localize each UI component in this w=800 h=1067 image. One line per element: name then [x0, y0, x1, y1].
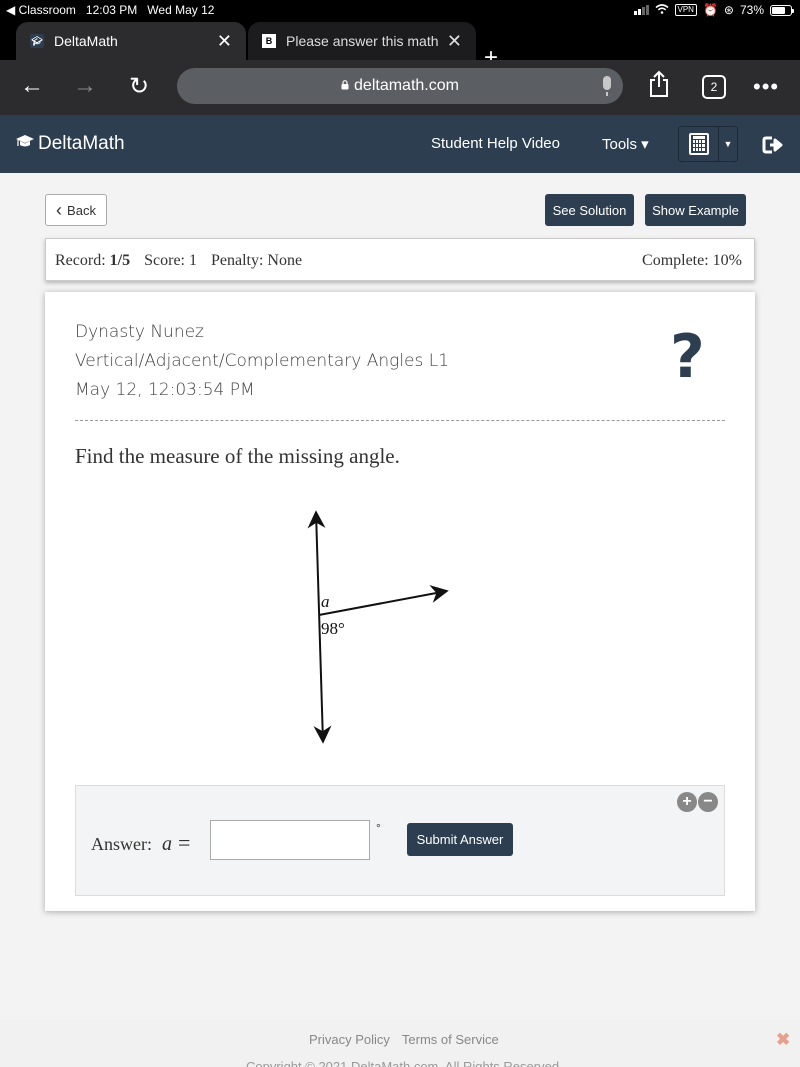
privacy-policy-link[interactable]: Privacy Policy — [309, 1032, 390, 1047]
vpn-badge: VPN — [674, 4, 697, 16]
deltamath-favicon-icon: 🎓︎ — [30, 34, 44, 48]
status-date: Wed May 12 — [147, 3, 215, 17]
share-icon[interactable] — [648, 70, 670, 105]
tab-title: Please answer this math — [286, 33, 439, 49]
copyright-text: Copyright © 2021 DeltaMath.com. All Righ… — [246, 1059, 563, 1067]
answer-label: Answer: a = — [91, 830, 191, 855]
tools-dropdown[interactable]: Tools ▾ — [602, 135, 649, 153]
score-stat: Score: 1 — [144, 252, 197, 269]
help-question-icon[interactable]: ? — [670, 322, 705, 392]
wifi-icon — [654, 3, 669, 17]
footer: Privacy Policy Terms of Service Copyrigh… — [0, 1020, 800, 1067]
record-stat: Record: 1/5 — [55, 252, 131, 269]
calculator-button[interactable] — [679, 127, 719, 161]
close-tab-icon[interactable]: ✕ — [217, 31, 232, 52]
answer-variable: a — [162, 833, 172, 855]
given-angle-label: 98° — [321, 619, 345, 638]
tab-title: DeltaMath — [54, 33, 118, 49]
battery-icon — [770, 4, 794, 16]
back-label: Back — [67, 202, 96, 218]
problem-timestamp: May 12, 12:03:54 PM — [75, 380, 255, 400]
cellular-signal-icon — [633, 5, 649, 15]
brand-name: DeltaMath — [38, 133, 125, 154]
address-bar[interactable]: deltamath.com — [177, 68, 623, 104]
lock-icon — [341, 79, 349, 93]
forward-arrow-icon[interactable]: → — [73, 72, 97, 100]
url-text: deltamath.com — [354, 77, 459, 94]
back-arrow-icon[interactable]: ← — [20, 72, 44, 100]
answer-panel: + − Answer: a = ° Submit Answer — [75, 785, 725, 896]
browser-tab-deltamath[interactable]: 🎓︎ DeltaMath ✕ — [16, 22, 246, 60]
record-value: 1/5 — [109, 252, 131, 269]
terms-of-service-link[interactable]: Terms of Service — [402, 1032, 499, 1047]
reload-icon[interactable]: ↻ — [129, 72, 149, 101]
student-name: Dynasty Nunez — [75, 322, 204, 342]
zoom-out-icon[interactable]: − — [698, 792, 718, 812]
site-favicon-icon: B — [262, 34, 276, 48]
status-time: 12:03 PM — [85, 3, 138, 17]
calculator-icon — [688, 133, 709, 155]
record-bar: Record: 1/5 Score: 1 Penalty: None Compl… — [45, 238, 755, 281]
app-header: DeltaMath Student Help Video Tools ▾ ▼ — [0, 115, 800, 173]
degree-unit: ° — [376, 821, 381, 835]
angle-diagram: a 98° — [307, 510, 449, 744]
ray — [318, 585, 449, 616]
browser-toolbar: ← → ↻ deltamath.com 2 ••• — [0, 60, 800, 115]
close-tab-icon[interactable]: ✕ — [447, 31, 462, 52]
microphone-icon[interactable] — [603, 76, 611, 96]
alarm-icon: ⏰ — [702, 3, 718, 17]
problem-prompt: Find the measure of the missing angle. — [75, 444, 400, 468]
dashed-divider — [75, 420, 725, 421]
complete-value: 10% — [712, 252, 742, 269]
problem-card: Dynasty Nunez Vertical/Adjacent/Compleme… — [45, 292, 755, 911]
penalty-value: None — [267, 252, 303, 269]
back-to-app-link[interactable]: ◀ Classroom — [6, 3, 76, 17]
graduation-cap-icon — [15, 134, 35, 155]
penalty-stat: Penalty: None — [210, 252, 303, 269]
answer-input[interactable] — [210, 820, 370, 860]
logout-icon[interactable] — [762, 135, 784, 161]
browser-tab-bar: 🎓︎ DeltaMath ✕ B Please answer this math… — [0, 20, 800, 70]
show-example-button[interactable]: Show Example — [645, 194, 746, 226]
calculator-button-group: ▼ — [678, 126, 738, 162]
zoom-controls: + − — [677, 792, 718, 812]
status-bar: ◀ Classroom 12:03 PM Wed May 12 VPN ⏰ ⊛ … — [0, 0, 800, 20]
see-solution-button[interactable]: See Solution — [545, 194, 634, 226]
unknown-angle-label: a — [321, 592, 330, 611]
back-button[interactable]: ‹ Back — [45, 194, 107, 226]
battery-percent: 73% — [739, 3, 764, 17]
orientation-lock-icon: ⊛ — [723, 3, 734, 17]
score-value: 1 — [188, 252, 197, 269]
complete-stat: Complete: 10% — [642, 252, 742, 269]
equals-sign: = — [178, 830, 191, 855]
zoom-in-icon[interactable]: + — [677, 792, 697, 812]
deltamath-logo[interactable]: DeltaMath — [15, 133, 125, 155]
browser-tab-brainly[interactable]: B Please answer this math ✕ — [248, 22, 476, 60]
tab-count-button[interactable]: 2 — [702, 75, 726, 99]
problem-info: Dynasty Nunez Vertical/Adjacent/Compleme… — [75, 318, 449, 405]
student-help-video-link[interactable]: Student Help Video — [431, 135, 560, 152]
more-menu-icon[interactable]: ••• — [753, 74, 779, 100]
skill-name: Vertical/Adjacent/Complementary Angles L… — [75, 351, 450, 371]
submit-answer-button[interactable]: Submit Answer — [407, 823, 513, 856]
chevron-left-icon: ‹ — [56, 200, 63, 220]
close-footer-icon[interactable]: ✖ — [776, 1030, 790, 1050]
calculator-dropdown-toggle[interactable]: ▼ — [719, 127, 737, 161]
